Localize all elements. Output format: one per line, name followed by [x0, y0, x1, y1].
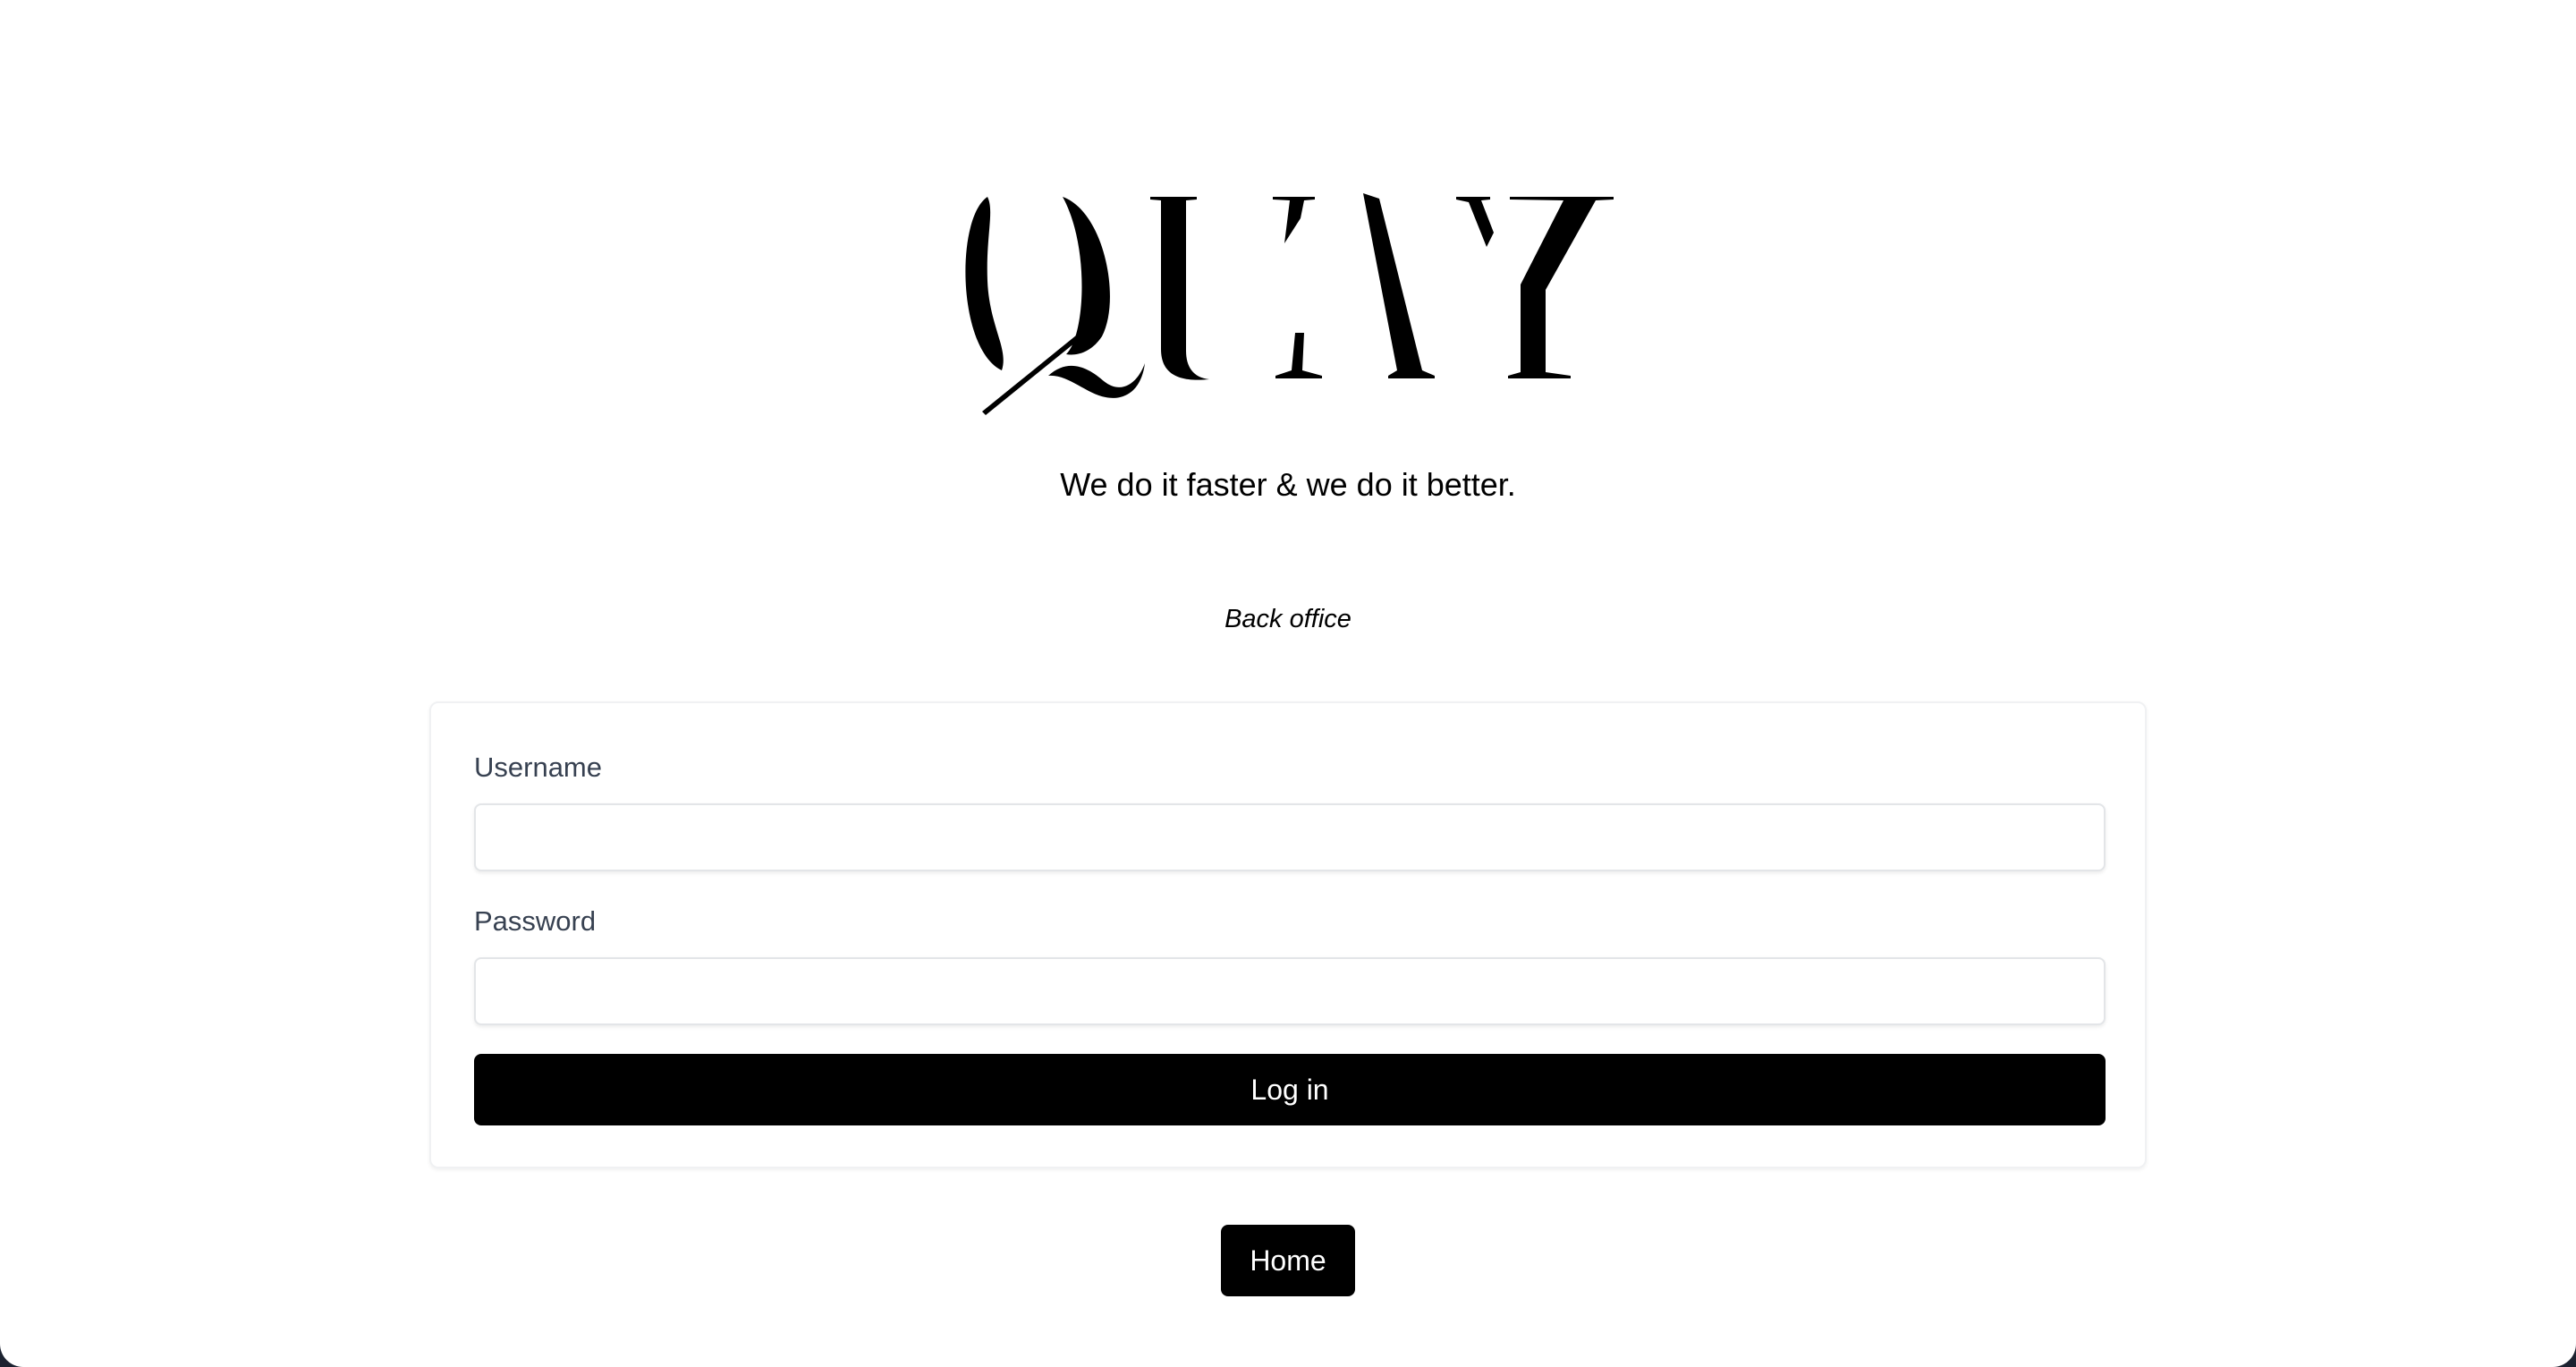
section-label: Back office: [1224, 605, 1352, 633]
username-input[interactable]: [474, 803, 2106, 871]
login-page: We do it faster & we do it better. Back …: [0, 0, 2576, 1367]
username-label: Username: [474, 751, 602, 783]
login-form: Username Password Log in: [429, 701, 2147, 1168]
brand-tagline: We do it faster & we do it better.: [1060, 466, 1516, 503]
password-label: Password: [474, 905, 597, 937]
quay-logo: [962, 191, 1614, 426]
login-button[interactable]: Log in: [474, 1054, 2106, 1125]
quay-logo-mark: [965, 193, 1614, 415]
password-input[interactable]: [474, 957, 2106, 1025]
home-button[interactable]: Home: [1221, 1225, 1355, 1296]
